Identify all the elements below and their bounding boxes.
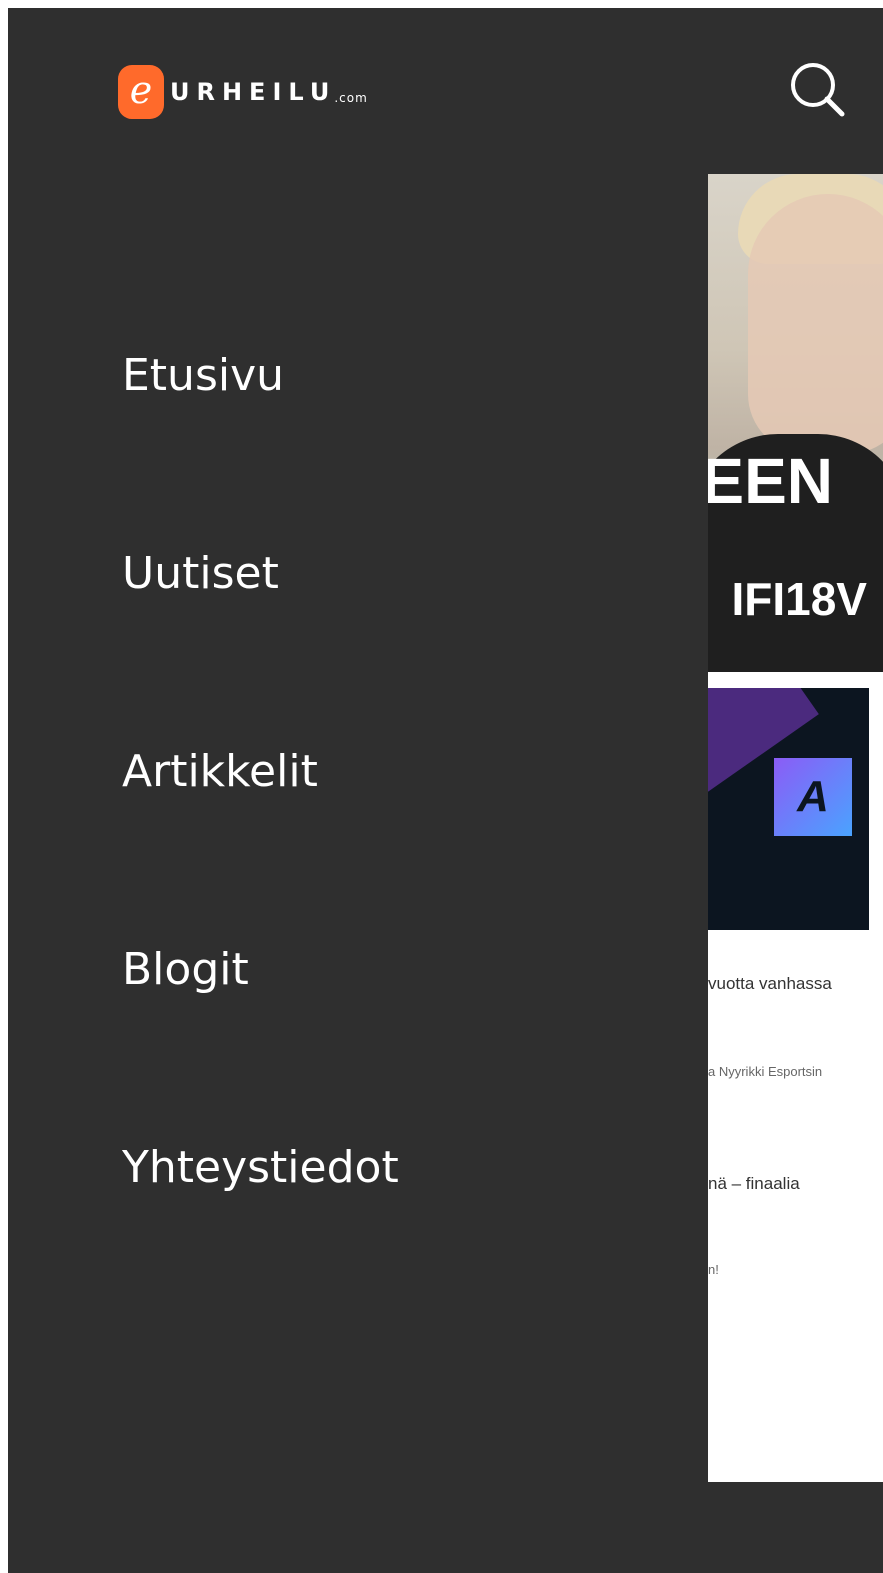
article-excerpt-2: n! — [708, 1262, 719, 1277]
logo-badge-icon: e — [118, 65, 164, 119]
menu-item-blogit[interactable]: Blogit — [122, 944, 249, 995]
page-content-preview[interactable]: EEN IFI18V A vuotta vanhassa a Nyyrikki … — [708, 174, 883, 1482]
menu-item-yhteystiedot[interactable]: Yhteystiedot — [122, 1142, 399, 1193]
menu-item-uutiset[interactable]: Uutiset — [122, 548, 279, 599]
hero-overlay-text-2: IFI18V — [731, 573, 867, 625]
site-logo[interactable]: e URHEILU .com — [118, 64, 368, 120]
logo-tld: .com — [334, 91, 368, 105]
article-title-1[interactable]: vuotta vanhassa — [708, 974, 832, 994]
article-thumbnail[interactable]: A — [708, 688, 869, 930]
hero-face-shape — [748, 194, 883, 454]
menu-item-artikkelit[interactable]: Artikkelit — [122, 746, 318, 797]
logo-wordmark: URHEILU — [170, 78, 337, 106]
header: e URHEILU .com — [8, 8, 883, 168]
article-excerpt-1: a Nyyrikki Esportsin — [708, 1064, 823, 1079]
hero-overlay-text-1: EEN — [708, 445, 833, 517]
search-button[interactable] — [788, 60, 848, 120]
search-icon — [791, 63, 845, 117]
banner-logo: A — [774, 758, 852, 836]
menu-item-etusivu[interactable]: Etusivu — [122, 350, 284, 401]
hero-image[interactable]: EEN IFI18V — [708, 174, 883, 672]
logo-letter: e — [129, 68, 153, 112]
article-title-2[interactable]: nä – finaalia — [708, 1174, 800, 1194]
menu-drawer: EEN IFI18V A vuotta vanhassa a Nyyrikki … — [8, 8, 883, 1573]
